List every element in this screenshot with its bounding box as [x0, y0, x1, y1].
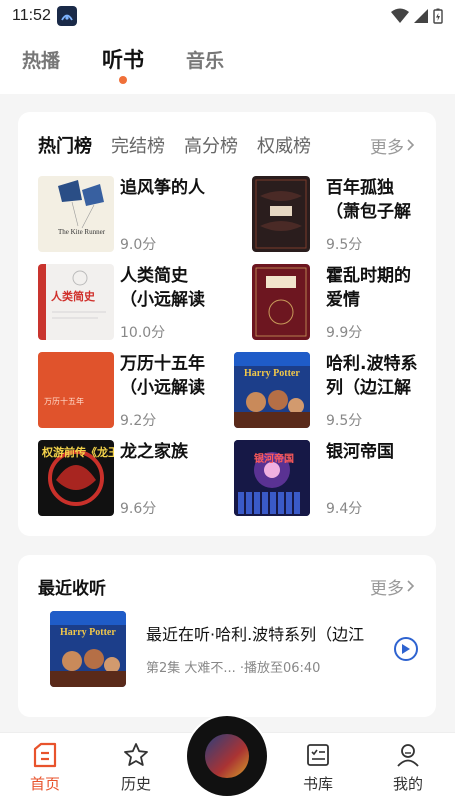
book-title: 百年孤独（萧包子解: [326, 178, 411, 222]
recent-more-link[interactable]: 更多: [370, 574, 416, 599]
ranking-tabs: 热门榜 完结榜 高分榜 权威榜 更多: [38, 130, 416, 160]
book-score: 9.5分: [326, 413, 363, 429]
book-item[interactable]: 权游前传《龙王家族》（边江解读版） 龙之家族 9.6分: [38, 440, 228, 518]
book-item[interactable]: The Kite Runner 追风筝的人 9.0分: [38, 176, 228, 254]
nav-label: 历史: [120, 775, 151, 793]
nav-label: 首页: [29, 775, 60, 793]
tab-music[interactable]: 音乐: [186, 46, 224, 73]
book-cover: The Kite Runner: [38, 176, 114, 252]
cover-text: The Kite Runner: [58, 228, 106, 236]
recent-progress: 第2集 大难不... ·播放至06:40: [146, 657, 320, 676]
cover-text: Harry Potter: [60, 627, 116, 638]
play-icon: [402, 644, 410, 654]
book-title: 霍乱时期的爱情: [326, 266, 411, 310]
nav-history[interactable]: 历史: [106, 741, 166, 794]
book-score: 9.9分: [326, 325, 363, 341]
recent-episode: 第2集 大难不...: [146, 661, 236, 676]
book-score: 9.5分: [326, 237, 363, 253]
recent-header: 最近收听 更多: [38, 573, 416, 599]
cover-text: 权游前传《龙王家族》（边江解读版）: [41, 445, 114, 459]
tab-audiobook[interactable]: 听书: [102, 44, 144, 84]
more-label: 更多: [370, 137, 404, 158]
wifi-icon: [391, 8, 409, 23]
active-tab-indicator: [119, 76, 128, 84]
book-cover: 万历十五年: [38, 352, 114, 428]
book-cover: [252, 264, 310, 340]
book-item[interactable]: 霍乱时期的爱情 9.9分: [244, 264, 434, 342]
battery-icon: [433, 8, 443, 24]
chevron-right-icon: [407, 580, 415, 592]
book-item[interactable]: 百年孤独（萧包子解 9.5分: [244, 176, 434, 254]
now-playing-cover: [205, 734, 249, 778]
recent-listening-card: 最近收听 更多 Harry Potter 最近在听·哈利.波特系列（边江 第2集…: [18, 555, 436, 717]
book-item[interactable]: 人类简史 人类简史（小远解读 10.0分: [38, 264, 228, 342]
home-icon: [33, 742, 57, 768]
tab-popular-rank[interactable]: 热门榜: [38, 132, 92, 158]
book-cover: 银河帝国: [234, 440, 310, 516]
nav-label: 书库: [302, 775, 333, 793]
recent-item-title[interactable]: 最近在听·哈利.波特系列（边江: [146, 621, 386, 645]
book-score: 9.0分: [120, 237, 157, 253]
book-score: 9.6分: [120, 501, 157, 517]
more-label: 更多: [370, 578, 404, 599]
book-cover: Harry Potter: [234, 352, 310, 428]
cover-text: Harry Potter: [244, 368, 300, 379]
library-icon: [307, 744, 329, 766]
status-time: 11:52: [12, 7, 51, 24]
chevron-right-icon: [407, 139, 415, 151]
cover-text: 银河帝国: [254, 452, 294, 465]
tab-completed-rank[interactable]: 完结榜: [111, 132, 165, 158]
book-title: 追风筝的人: [120, 178, 205, 198]
ranking-more-link[interactable]: 更多: [370, 133, 416, 158]
cover-text: 人类简史: [51, 289, 96, 303]
profile-icon: [397, 744, 419, 767]
app-notification-icon: [56, 6, 77, 26]
nav-profile[interactable]: 我的: [378, 741, 438, 794]
now-playing-disc[interactable]: [185, 714, 269, 798]
status-bar: 11:52: [0, 0, 455, 32]
vinyl-disc: [187, 716, 267, 796]
book-title: 龙之家族: [120, 442, 188, 462]
recent-book-cover[interactable]: Harry Potter: [50, 611, 126, 687]
book-title: 哈利.波特系列（边江解: [326, 354, 418, 398]
book-cover: 人类简史: [38, 264, 114, 340]
book-score: 10.0分: [120, 325, 166, 341]
star-icon: [124, 743, 148, 766]
tab-high-score-rank[interactable]: 高分榜: [184, 132, 238, 158]
recent-played-to: ·播放至06:40: [239, 661, 321, 676]
book-score: 9.2分: [120, 413, 157, 429]
top-tab-bar: 热播 听书 音乐: [0, 32, 455, 94]
nav-label: 我的: [392, 775, 423, 793]
play-button[interactable]: [394, 637, 418, 661]
ranking-card: 热门榜 完结榜 高分榜 权威榜 更多 The Kite Runner 追风筝的人…: [18, 112, 436, 536]
book-item[interactable]: 银河帝国 银河帝国 9.4分: [234, 440, 424, 518]
book-cover: [252, 176, 310, 252]
book-item[interactable]: Harry Potter 哈利.波特系列（边江解 9.5分: [234, 352, 424, 430]
nav-home[interactable]: 首页: [15, 741, 75, 794]
signal-icon: [414, 9, 428, 23]
book-item[interactable]: 万历十五年 万历十五年（小远解读 9.2分: [38, 352, 228, 430]
nav-library[interactable]: 书库: [288, 741, 348, 794]
recent-title: 最近收听: [38, 578, 106, 599]
book-cover: 权游前传《龙王家族》（边江解读版）: [38, 440, 114, 516]
tab-authority-rank[interactable]: 权威榜: [257, 132, 311, 158]
book-title: 万历十五年（小远解读: [120, 354, 205, 398]
book-title: 人类简史（小远解读: [120, 266, 205, 310]
book-score: 9.4分: [326, 501, 363, 517]
tab-hot[interactable]: 热播: [22, 46, 60, 73]
book-title: 银河帝国: [326, 442, 394, 462]
cover-text: 万历十五年: [44, 396, 84, 406]
